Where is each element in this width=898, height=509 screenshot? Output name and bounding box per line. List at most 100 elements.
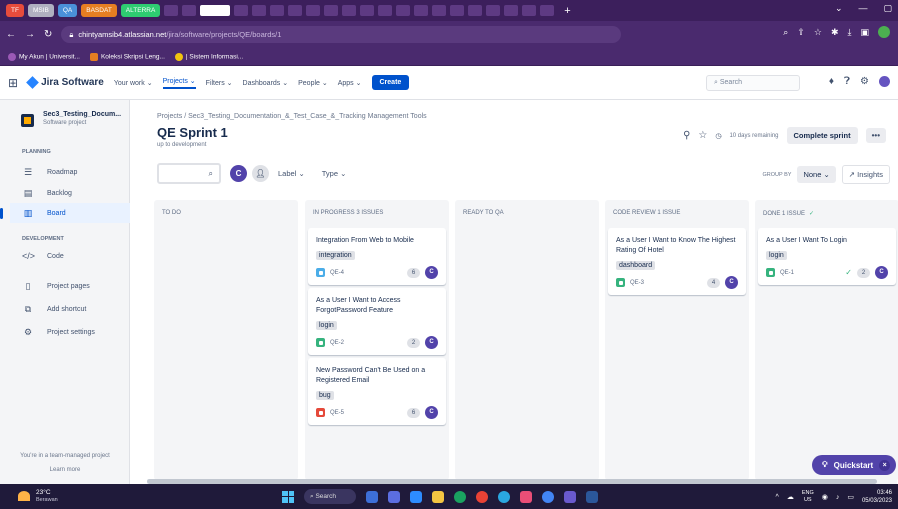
edge-icon[interactable]	[498, 490, 510, 503]
download-icon[interactable]: ⤓	[848, 27, 852, 38]
create-button[interactable]: Create	[371, 75, 410, 90]
label-filter[interactable]: Label ⌄	[278, 169, 305, 178]
user-avatar[interactable]	[879, 76, 890, 87]
new-tab-button[interactable]: +	[564, 5, 570, 17]
project-header[interactable]: Sec3_Testing_Docum... Software project	[21, 111, 121, 127]
sidepanel-icon[interactable]: ▣	[860, 27, 869, 38]
app-icon[interactable]	[564, 490, 576, 503]
maximize-icon[interactable]: ▢	[883, 3, 892, 14]
browser-tab[interactable]	[522, 5, 537, 16]
sidebar-item-roadmap[interactable]: ☰ Roadmap	[22, 162, 130, 182]
board-search-input[interactable]: ⌕	[157, 162, 221, 184]
back-icon[interactable]: ←	[6, 29, 16, 40]
insights-button[interactable]: ↗ Insights	[841, 165, 890, 184]
browser-tab[interactable]	[342, 5, 357, 16]
assignee-avatar[interactable]: C	[425, 336, 438, 349]
wifi-icon[interactable]: ◉	[822, 493, 828, 501]
browser-tab[interactable]: QA	[57, 4, 78, 17]
language-indicator[interactable]: ENG US	[802, 490, 814, 504]
nav-filters[interactable]: Filters ⌄	[206, 79, 233, 87]
issue-card[interactable]: As a User I Want To Login login QE-1 ✓ 2…	[758, 228, 896, 285]
bookmark-item[interactable]: | Sistem Informasi...	[174, 52, 243, 61]
browser-tab[interactable]	[432, 5, 447, 16]
help-icon[interactable]: ❓︎	[844, 76, 850, 87]
browser-tab[interactable]	[378, 5, 393, 16]
assignee-avatar[interactable]: C	[425, 266, 438, 279]
browser-tab[interactable]	[270, 5, 285, 16]
notifications-icon[interactable]: ♦	[829, 76, 834, 87]
bookmark-item[interactable]: Koleksi Skripsi Leng...	[89, 52, 165, 61]
nav-apps[interactable]: Apps ⌄	[338, 79, 362, 87]
browser-tab[interactable]	[288, 5, 303, 16]
app-switcher-icon[interactable]: ⊞	[8, 76, 18, 90]
assignee-avatar[interactable]: C	[725, 276, 738, 289]
issue-card[interactable]: As a User I Want to Know The Highest Rat…	[608, 228, 746, 295]
word-icon[interactable]	[586, 490, 598, 503]
zoom-icon[interactable]: ⌕	[783, 27, 788, 38]
star-icon[interactable]: ☆	[814, 27, 822, 38]
assignee-avatar[interactable]: C	[425, 406, 438, 419]
extensions-icon[interactable]: ✱	[831, 27, 839, 38]
forward-icon[interactable]: →	[25, 29, 35, 40]
folder-icon[interactable]	[432, 490, 444, 503]
global-search-input[interactable]: ⌕ Search	[706, 75, 800, 91]
browser-tab[interactable]	[164, 5, 179, 16]
sidebar-item-code[interactable]: </> Code	[22, 246, 130, 266]
url-field[interactable]: 🔒︎ chintyamsib4.atlassian.net/jira/softw…	[61, 26, 622, 43]
browser-tab[interactable]: ALTERRA	[120, 4, 161, 17]
store-icon[interactable]	[410, 490, 422, 503]
issue-card[interactable]: New Password Can't Be Used on a Register…	[308, 358, 446, 425]
group-by-select[interactable]: None ⌄	[797, 166, 836, 183]
pin-icon[interactable]: ⚲	[683, 130, 690, 141]
browser-tab[interactable]: MSIB	[27, 4, 54, 17]
taskbar-search[interactable]: ⌕ Search	[304, 489, 356, 504]
reload-icon[interactable]: ↻	[44, 29, 52, 40]
nav-projects[interactable]: Projects ⌄	[162, 77, 196, 89]
quickstart-button[interactable]: 💡︎ Quickstart ×	[812, 455, 897, 475]
browser-tab[interactable]	[450, 5, 465, 16]
chrome-icon[interactable]	[476, 490, 488, 503]
complete-sprint-button[interactable]: Complete sprint	[786, 127, 858, 144]
browser-tab[interactable]	[306, 5, 321, 16]
browser-tab[interactable]	[324, 5, 339, 16]
whatsapp-icon[interactable]	[454, 490, 466, 503]
clock[interactable]: 03:46 05/03/2023	[862, 489, 892, 505]
sidebar-item-backlog[interactable]: ▤ Backlog	[22, 183, 130, 203]
browser-tab[interactable]	[252, 5, 267, 16]
bookmark-item[interactable]: My Akun | Universit...	[8, 52, 80, 61]
nav-people[interactable]: People ⌄	[298, 79, 328, 87]
sidebar-item-board[interactable]: ▥ Board	[10, 203, 130, 223]
browser-tab[interactable]	[360, 5, 375, 16]
issue-card[interactable]: As a User I Want to Access ForgotPasswor…	[308, 288, 446, 355]
cloud-icon[interactable]: ☁	[787, 493, 794, 501]
browser-tab[interactable]: BASDAT	[81, 4, 117, 17]
assignee-filter-avatar[interactable]: C	[230, 164, 247, 182]
browser-tab-active[interactable]	[200, 5, 231, 16]
windows-start-icon[interactable]	[282, 490, 294, 503]
browser-tab[interactable]	[504, 5, 519, 16]
browser-tab[interactable]	[234, 5, 249, 16]
nav-dashboards[interactable]: Dashboards ⌄	[243, 79, 289, 87]
nav-your-work[interactable]: Your work ⌄	[114, 79, 153, 87]
learn-more-link[interactable]: Learn more	[0, 467, 130, 473]
app-icon[interactable]	[520, 490, 532, 503]
breadcrumb[interactable]: Projects / Sec3_Testing_Documentation_&_…	[157, 113, 427, 120]
volume-icon[interactable]: ♪	[836, 494, 840, 501]
issue-card[interactable]: Integration From Web to Mobile integrati…	[308, 228, 446, 285]
weather-widget[interactable]: 23°C Berawan	[18, 489, 58, 503]
chevron-up-icon[interactable]: ^	[776, 494, 779, 501]
jira-logo[interactable]: Jira Software	[26, 76, 104, 89]
more-actions-button[interactable]: •••	[865, 128, 886, 143]
sidebar-item-add-shortcut[interactable]: ⧉ Add shortcut	[22, 299, 130, 319]
profile-avatar[interactable]	[878, 26, 890, 38]
chat-icon[interactable]	[388, 490, 400, 503]
minimize-icon[interactable]: —	[858, 3, 867, 14]
browser-tab[interactable]	[396, 5, 411, 16]
browser-tab[interactable]	[468, 5, 483, 16]
battery-icon[interactable]: ▭	[847, 493, 854, 501]
sidebar-item-project-pages[interactable]: ▯ Project pages	[22, 276, 130, 296]
share-icon[interactable]: ⇪	[797, 27, 805, 38]
settings-icon[interactable]: ⚙	[860, 76, 869, 87]
browser-tab[interactable]	[414, 5, 429, 16]
browser-tab[interactable]	[486, 5, 501, 16]
